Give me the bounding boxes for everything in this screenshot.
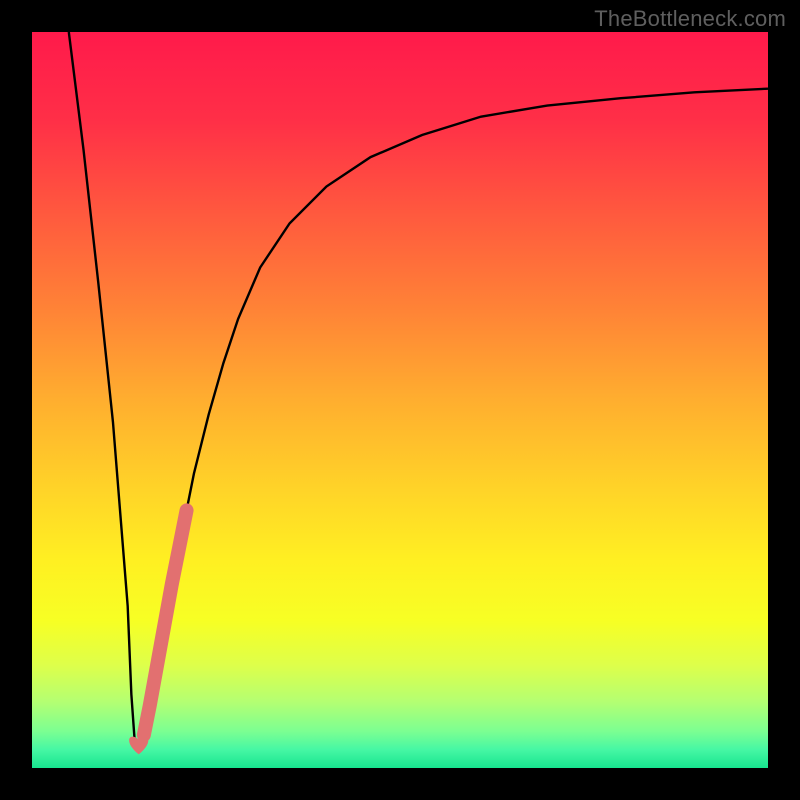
chart-frame: TheBottleneck.com (0, 0, 800, 800)
bottleneck-curve (69, 32, 768, 746)
highlight-segment (144, 510, 187, 734)
curve-layer (32, 32, 768, 768)
plot-area (32, 32, 768, 768)
watermark-text: TheBottleneck.com (594, 6, 786, 32)
